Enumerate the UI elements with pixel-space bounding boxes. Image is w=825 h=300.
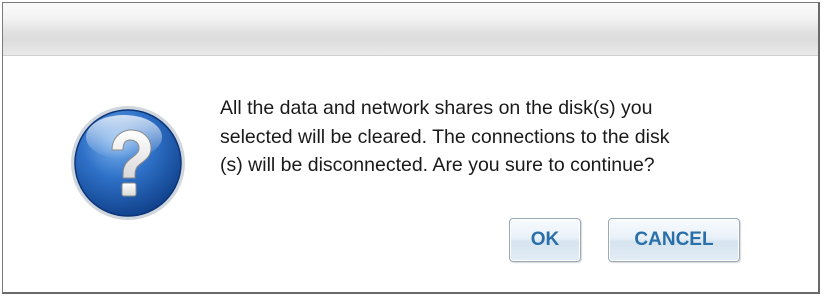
dialog-title-bar[interactable] bbox=[3, 3, 818, 56]
question-icon bbox=[68, 103, 188, 223]
confirm-dialog: All the data and network shares on the d… bbox=[2, 2, 820, 294]
cancel-button[interactable]: CANCEL bbox=[608, 218, 740, 262]
dialog-message: All the data and network shares on the d… bbox=[220, 97, 670, 176]
ok-button[interactable]: OK bbox=[509, 218, 581, 262]
